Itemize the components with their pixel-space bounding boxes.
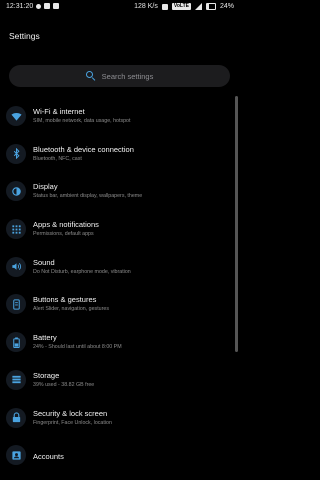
storage-icon xyxy=(6,369,26,390)
page-title: Settings xyxy=(9,31,40,41)
apps-icon xyxy=(6,219,26,240)
battery-icon xyxy=(6,332,26,353)
status-bar: 12:31:20 128 K/s VoLTE 24% xyxy=(0,0,240,14)
search-bar[interactable]: Search settings xyxy=(9,65,230,87)
notification-icons xyxy=(36,3,59,9)
battery-percent: 24% xyxy=(219,3,234,10)
settings-item-title: Apps & notifications xyxy=(33,220,99,230)
settings-item-title: Buttons & gestures xyxy=(33,295,97,305)
status-time: 12:31:20 xyxy=(6,3,34,10)
settings-item-title: Accounts xyxy=(33,452,64,462)
data-icon xyxy=(161,3,168,10)
buttons-icon xyxy=(6,294,26,315)
settings-item-subtitle: Fingerprint, Face Unlock, location xyxy=(33,419,112,426)
display-icon xyxy=(6,181,26,202)
settings-item-display[interactable]: Display Status bar, ambient display, wal… xyxy=(0,173,236,211)
settings-item-subtitle: Permissions, default apps xyxy=(33,231,94,238)
wifi-icon xyxy=(6,106,26,126)
settings-item-title: Wi-Fi & internet xyxy=(33,107,85,116)
settings-item-title: Storage xyxy=(33,370,60,380)
settings-item-battery[interactable]: Battery 24% - Should last until about 8:… xyxy=(0,324,236,362)
sound-icon xyxy=(6,256,26,277)
settings-item-bluetooth[interactable]: Bluetooth & device connection Bluetooth,… xyxy=(0,136,236,174)
status-right: 128 K/s VoLTE 24% xyxy=(134,3,234,10)
settings-item-title: Sound xyxy=(33,257,55,267)
battery-status-icon xyxy=(205,3,216,10)
settings-item-subtitle: Status bar, ambient display, wallpapers,… xyxy=(33,193,143,200)
settings-list: Wi-Fi & internet SIM, mobile network, da… xyxy=(0,98,236,475)
settings-item-subtitle: SIM, mobile network, data usage, hotspot xyxy=(33,118,131,124)
settings-item-title: Display xyxy=(33,182,58,192)
search-icon xyxy=(85,71,96,82)
settings-item-security[interactable]: Security & lock screen Fingerprint, Face… xyxy=(0,400,236,438)
network-speed: 128 K/s xyxy=(134,3,158,10)
lock-icon xyxy=(6,407,26,428)
notification-dot-icon xyxy=(36,3,41,9)
settings-item-accounts[interactable]: Accounts xyxy=(0,437,236,475)
settings-item-apps[interactable]: Apps & notifications Permissions, defaul… xyxy=(0,211,236,249)
settings-item-subtitle: 24% - Should last until about 8:00 PM xyxy=(33,344,122,351)
settings-item-storage[interactable]: Storage 39% used - 38.82 GB free xyxy=(0,362,236,400)
search-placeholder: Search settings xyxy=(101,71,154,81)
settings-item-title: Battery xyxy=(33,333,57,343)
signal-icon xyxy=(194,3,202,10)
settings-item-buttons[interactable]: Buttons & gestures Alert Slider, navigat… xyxy=(0,286,236,324)
settings-item-wifi[interactable]: Wi-Fi & internet SIM, mobile network, da… xyxy=(0,98,236,136)
notification-app-icon xyxy=(53,3,59,9)
bluetooth-icon xyxy=(6,143,26,164)
volte-badge: VoLTE xyxy=(171,3,191,10)
settings-item-title: Bluetooth & device connection xyxy=(33,144,134,154)
settings-item-subtitle: Alert Slider, navigation, gestures xyxy=(33,306,109,313)
settings-item-sound[interactable]: Sound Do Not Disturb, earphone mode, vib… xyxy=(0,249,236,287)
settings-item-subtitle: Do Not Disturb, earphone mode, vibration xyxy=(33,268,131,275)
accounts-icon xyxy=(6,445,26,466)
settings-item-subtitle: Bluetooth, NFC, cast xyxy=(33,155,82,162)
settings-item-title: Security & lock screen xyxy=(33,408,108,418)
notification-image-icon xyxy=(44,3,50,9)
settings-item-subtitle: 39% used - 38.82 GB free xyxy=(33,381,95,388)
